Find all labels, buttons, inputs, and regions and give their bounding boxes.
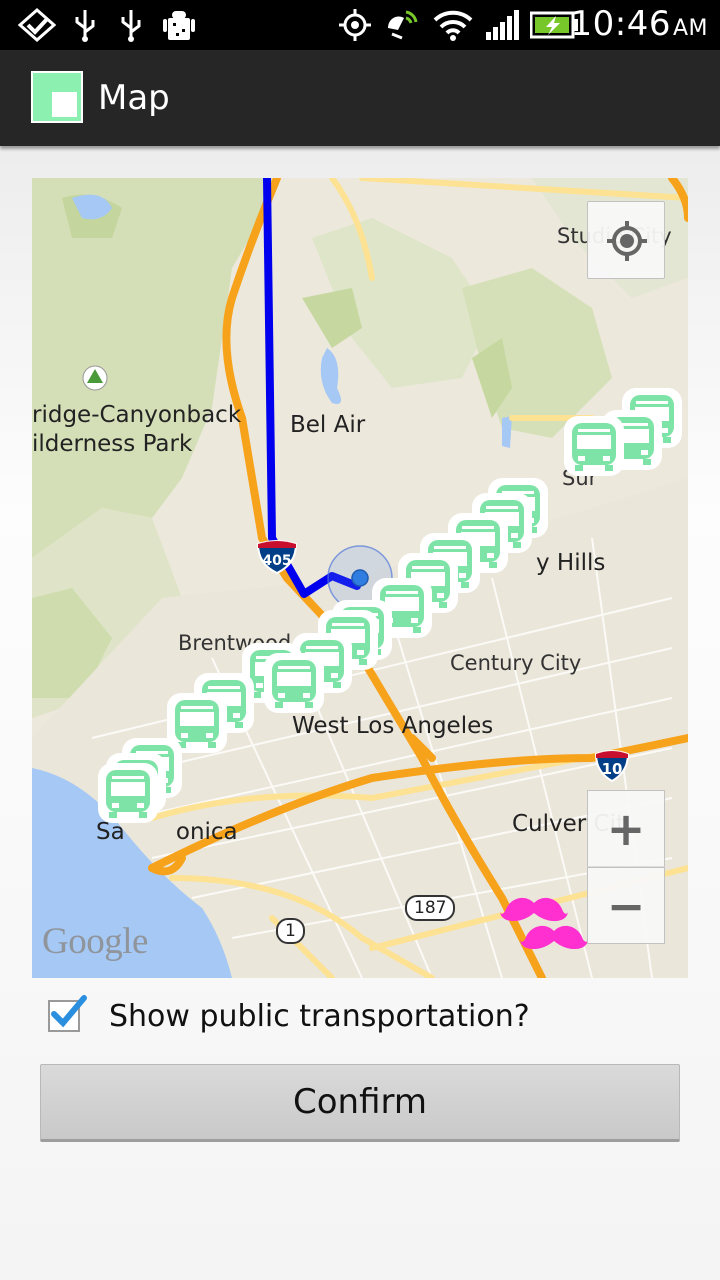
app-logo-icon[interactable] xyxy=(31,71,83,123)
map-view[interactable]: 405 10 187 1 ridge-Canyonback ilderness … xyxy=(32,178,688,978)
checkmark-icon xyxy=(51,995,87,1028)
page-title: Map xyxy=(98,78,170,118)
bus-stop-marker[interactable] xyxy=(263,652,325,714)
zoom-in-icon: + xyxy=(606,801,646,856)
mustache-marker[interactable] xyxy=(520,923,588,953)
interstate-405-shield: 405 xyxy=(256,540,298,574)
android-debug-icon xyxy=(163,11,195,40)
my-location-icon xyxy=(607,221,647,261)
zoom-in-button[interactable]: + xyxy=(587,790,665,867)
zoom-out-icon: − xyxy=(606,878,646,933)
status-bar: 10:46AM xyxy=(0,0,720,50)
map-label-park: ridge-Canyonback xyxy=(32,402,242,428)
interstate-10-shield: 10 xyxy=(594,750,630,782)
svg-text:10: 10 xyxy=(602,760,623,778)
zoom-out-button[interactable]: − xyxy=(587,867,665,944)
route-187-badge: 187 xyxy=(405,895,456,921)
google-attribution: Google xyxy=(42,921,148,962)
signal-icon xyxy=(486,10,519,40)
svg-text:405: 405 xyxy=(262,553,291,569)
sync-icon xyxy=(388,10,418,40)
transport-checkbox-label[interactable]: Show public transportation? xyxy=(109,999,530,1034)
transport-checkbox[interactable] xyxy=(48,995,87,1032)
my-location-button[interactable] xyxy=(587,201,665,279)
map-label-century-city: Century City xyxy=(450,651,582,675)
bus-stop-marker[interactable] xyxy=(97,762,159,824)
clock: 10:46AM xyxy=(570,4,708,44)
bus-stop-marker[interactable] xyxy=(563,415,625,477)
action-bar: Map xyxy=(0,50,720,146)
usb-icon xyxy=(75,10,95,42)
map-label-park-line2: ilderness Park xyxy=(32,431,193,457)
mustache-marker[interactable] xyxy=(500,895,568,925)
gps-icon xyxy=(339,9,371,41)
checkbox-notification-icon xyxy=(18,8,56,42)
map-label-beverly-hills: y Hills xyxy=(536,550,606,576)
route-1-badge: 1 xyxy=(276,918,305,944)
wifi-icon xyxy=(433,10,473,41)
usb-icon xyxy=(121,10,141,42)
map-label-west-la: West Los Angeles xyxy=(292,713,494,739)
map-label-bel-air: Bel Air xyxy=(290,412,366,438)
confirm-button[interactable]: Confirm xyxy=(40,1064,680,1142)
